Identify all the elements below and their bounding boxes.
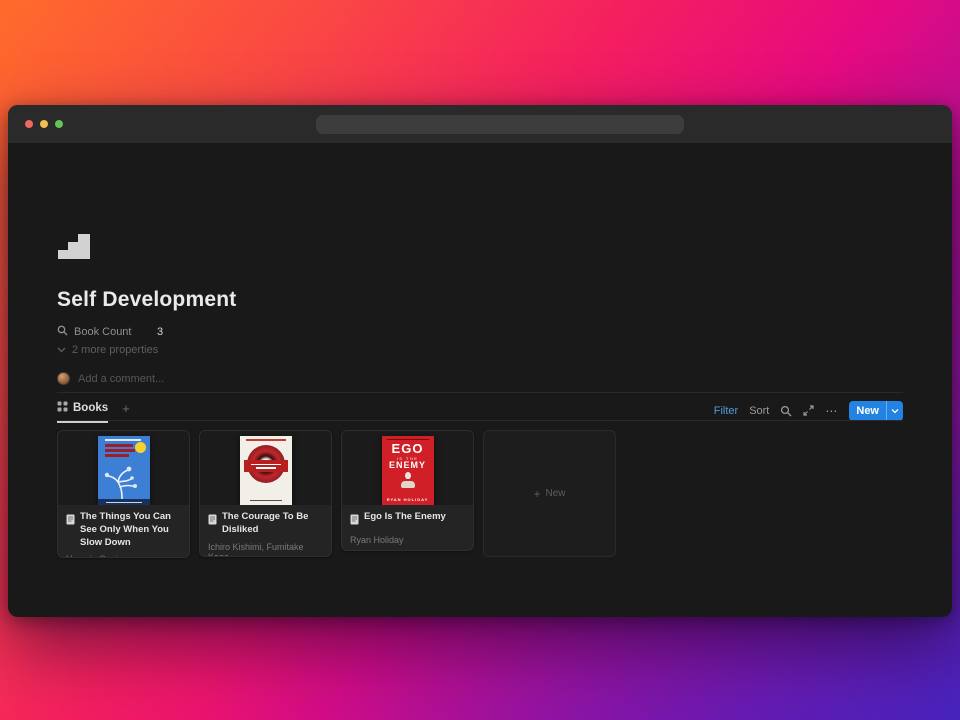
tab-books[interactable]: Books (57, 399, 109, 423)
page-doc-icon (350, 512, 359, 530)
book-card-ego[interactable]: EGO IS THE ENEMY RYAN HOLIDAY Ego Is The… (341, 430, 474, 551)
gallery-view: The Things You Can See Only When You Slo… (57, 430, 616, 558)
new-card-label: New (545, 488, 566, 499)
add-view-button[interactable]: + (122, 401, 130, 420)
book-cover (58, 431, 189, 505)
bust-statue-graphic (400, 472, 416, 488)
filter-button[interactable]: Filter (714, 405, 738, 417)
property-book-count[interactable]: Book Count 3 (57, 324, 163, 339)
gallery-view-icon (57, 399, 68, 417)
book-card-slow-down[interactable]: The Things You Can See Only When You Slo… (57, 430, 190, 558)
new-button-label[interactable]: New (849, 401, 886, 421)
cover-title-line: EGO (391, 441, 424, 456)
book-cover (200, 431, 331, 505)
cover-art-slow-down (97, 436, 150, 505)
tab-books-label: Books (73, 401, 109, 414)
more-properties-toggle[interactable]: 2 more properties (57, 344, 158, 356)
divider (57, 392, 903, 393)
cover-art-courage (239, 436, 292, 505)
view-tab-bar: Books + (57, 399, 130, 423)
expand-icon[interactable] (803, 405, 814, 416)
more-properties-label: 2 more properties (72, 344, 159, 356)
book-author: Ryan Holiday (350, 535, 404, 545)
chevron-down-icon (57, 344, 66, 356)
page-title[interactable]: Self Development (57, 288, 236, 312)
property-value[interactable]: 3 (157, 326, 163, 338)
book-title: The Courage To Be Disliked (222, 511, 309, 535)
view-toolbar: Filter Sort ⋯ New (714, 400, 903, 421)
sun-graphic (134, 442, 146, 453)
book-title: The Things You Can See Only When You Slo… (80, 511, 171, 548)
zoom-button[interactable] (55, 120, 63, 128)
book-author: Ichiro Kishimi, Fumitake Koga (208, 541, 304, 557)
app-window: Self Development Book Count 3 2 more pro… (8, 105, 952, 617)
comment-input[interactable]: Add a comment... (57, 372, 164, 385)
minimize-button[interactable] (40, 120, 48, 128)
book-author: Haemin Sunim (66, 554, 181, 557)
search-icon[interactable] (780, 405, 792, 417)
page-doc-icon (66, 512, 75, 530)
new-button[interactable]: New (849, 400, 903, 421)
sort-button[interactable]: Sort (749, 405, 769, 417)
book-title: Ego Is The Enemy (364, 511, 446, 522)
page-content: Self Development Book Count 3 2 more pro… (8, 143, 952, 617)
plus-icon: + (533, 486, 541, 501)
close-button[interactable] (25, 120, 33, 128)
window-titlebar (8, 105, 952, 143)
traffic-lights (25, 120, 63, 128)
more-options-button[interactable]: ⋯ (825, 405, 838, 417)
new-page-card[interactable]: + New (483, 430, 616, 557)
book-cover: EGO IS THE ENEMY RYAN HOLIDAY (342, 431, 473, 505)
stairs-icon[interactable] (57, 233, 91, 260)
cover-art-ego: EGO IS THE ENEMY RYAN HOLIDAY (381, 436, 434, 505)
property-label: Book Count (74, 325, 132, 338)
rollup-search-icon (57, 323, 68, 341)
avatar (57, 372, 70, 385)
divider (57, 420, 903, 421)
new-dropdown-caret[interactable] (886, 400, 903, 421)
cover-author-line: RYAN HOLIDAY (386, 497, 429, 502)
comment-placeholder: Add a comment... (78, 372, 165, 385)
page-doc-icon (208, 512, 217, 530)
titlebar-search-field[interactable] (316, 115, 684, 134)
cover-title-line: ENEMY (388, 460, 426, 470)
book-card-courage[interactable]: The Courage To Be Disliked Ichiro Kishim… (199, 430, 332, 557)
